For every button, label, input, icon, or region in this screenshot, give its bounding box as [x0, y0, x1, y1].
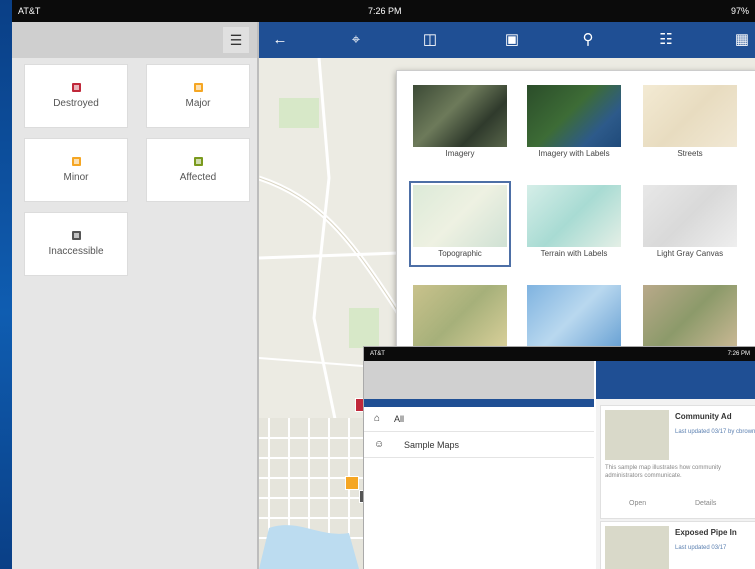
affected-icon: [193, 157, 203, 166]
inset-folder-list: ⌂ All ☺ Sample Maps: [364, 361, 594, 569]
national-geographic-thumbnail: [413, 285, 507, 347]
light-gray-thumbnail: [643, 185, 737, 247]
list-item-sample-maps[interactable]: ☺ Sample Maps: [364, 433, 594, 458]
inset-list-header: [364, 361, 594, 399]
imagery-labels-thumbnail: [527, 85, 621, 147]
inset-list-subheader: [364, 399, 594, 407]
inset-carrier-label: AT&T: [370, 351, 385, 357]
list-item-label: All: [394, 414, 405, 424]
category-card-minor[interactable]: Minor: [24, 138, 128, 202]
list-item-label: Sample Maps: [404, 440, 460, 450]
terrain-labels-thumbnail: [527, 185, 621, 247]
back-arrow-icon[interactable]: ←: [271, 31, 289, 49]
basemap-label: Streets: [677, 149, 703, 158]
locate-icon[interactable]: ⌖: [347, 31, 365, 49]
inset-item-header: [596, 361, 755, 399]
basemap-icon[interactable]: ☷: [657, 31, 675, 49]
category-label: Minor: [63, 172, 89, 183]
basemap-label: Topographic: [438, 249, 482, 258]
map-item-description: This sample map illustrates how communit…: [605, 465, 722, 479]
category-label: Major: [185, 98, 211, 109]
status-bar: AT&T 7:26 PM 97%: [12, 0, 755, 22]
map-toolbar: ← ⌖ ◫ ▣ ⚲ ☷ ▦: [259, 22, 755, 58]
map-item-card[interactable]: Exposed Pipe In Last updated 03/17: [600, 521, 755, 569]
usgs-topo-thumbnail: [643, 285, 737, 347]
category-card-affected[interactable]: Affected: [146, 138, 250, 202]
filter-search-button[interactable]: ☰: [223, 27, 249, 53]
pane-header: ☰: [12, 22, 257, 58]
basemap-light-gray[interactable]: Light Gray Canvas: [639, 181, 741, 267]
map-item-meta: Last updated 03/17 by cbrown: [675, 429, 755, 435]
category-card-destroyed[interactable]: Destroyed: [24, 64, 128, 128]
basemap-topographic[interactable]: Topographic: [409, 181, 511, 267]
basemap-gallery: Imagery Imagery with Labels Streets Topo…: [396, 70, 755, 362]
qr-code-icon[interactable]: ▦: [733, 31, 751, 49]
category-card-major[interactable]: Major: [146, 64, 250, 128]
category-label: Destroyed: [53, 98, 99, 109]
basemap-streets[interactable]: Streets: [639, 81, 741, 167]
ipad-screen: ☰ Destroyed Major Minor Affected Inacces…: [12, 22, 755, 569]
minor-icon: [71, 157, 81, 166]
imagery-thumbnail: [413, 85, 507, 147]
basemap-label: Imagery: [445, 149, 475, 158]
search-list-icon: ☰: [229, 31, 243, 48]
streets-thumbnail: [643, 85, 737, 147]
destroyed-icon: [71, 83, 81, 92]
bookmarks-icon[interactable]: ◫: [421, 31, 439, 49]
basemap-imagery-labels[interactable]: Imagery with Labels: [523, 81, 625, 167]
inaccessible-icon: [71, 231, 81, 240]
layers-icon[interactable]: ▣: [503, 31, 521, 49]
category-label: Inaccessible: [48, 246, 104, 257]
map-item-title: Exposed Pipe In: [675, 528, 737, 537]
inset-item-list: Community Ad Last updated 03/17 by cbrow…: [596, 361, 755, 569]
list-item-all[interactable]: ⌂ All: [364, 407, 594, 432]
basemap-label: Light Gray Canvas: [656, 249, 724, 258]
clock: 7:26 PM: [368, 6, 402, 16]
map-item-actions: Open Details: [605, 496, 755, 514]
damage-category-pane: ☰ Destroyed Major Minor Affected Inacces…: [12, 22, 257, 569]
open-button[interactable]: Open: [629, 500, 646, 507]
details-button[interactable]: Details: [695, 500, 716, 507]
group-icon: ☺: [374, 439, 385, 450]
map-item-card[interactable]: Community Ad Last updated 03/17 by cbrow…: [600, 405, 755, 519]
map-item-thumbnail: [605, 410, 669, 460]
major-marker-icon[interactable]: [345, 476, 359, 490]
basemap-label: Imagery with Labels: [538, 149, 610, 158]
inset-clock: 7:26 PM: [727, 351, 750, 357]
major-icon: [193, 83, 203, 92]
oceans-thumbnail: [527, 285, 621, 347]
topographic-thumbnail: [413, 185, 507, 247]
basemap-terrain-labels[interactable]: Terrain with Labels: [523, 181, 625, 267]
map-item-meta: Last updated 03/17: [675, 545, 727, 551]
inset-screenshot: AT&T 7:26 PM ⌂ All ☺ Sample Maps Communi…: [363, 346, 755, 569]
battery-label: 97%: [730, 6, 749, 16]
inset-status-bar: AT&T 7:26 PM: [364, 347, 755, 361]
map-item-thumbnail: [605, 526, 669, 569]
category-label: Affected: [179, 172, 217, 183]
carrier-label: AT&T: [18, 6, 41, 16]
map-item-title: Community Ad: [675, 412, 732, 421]
basemap-imagery[interactable]: Imagery: [409, 81, 511, 167]
category-card-inaccessible[interactable]: Inaccessible: [24, 212, 128, 276]
basemap-label: Terrain with Labels: [540, 249, 608, 258]
search-icon[interactable]: ⚲: [579, 31, 597, 49]
home-icon: ⌂: [374, 413, 381, 424]
